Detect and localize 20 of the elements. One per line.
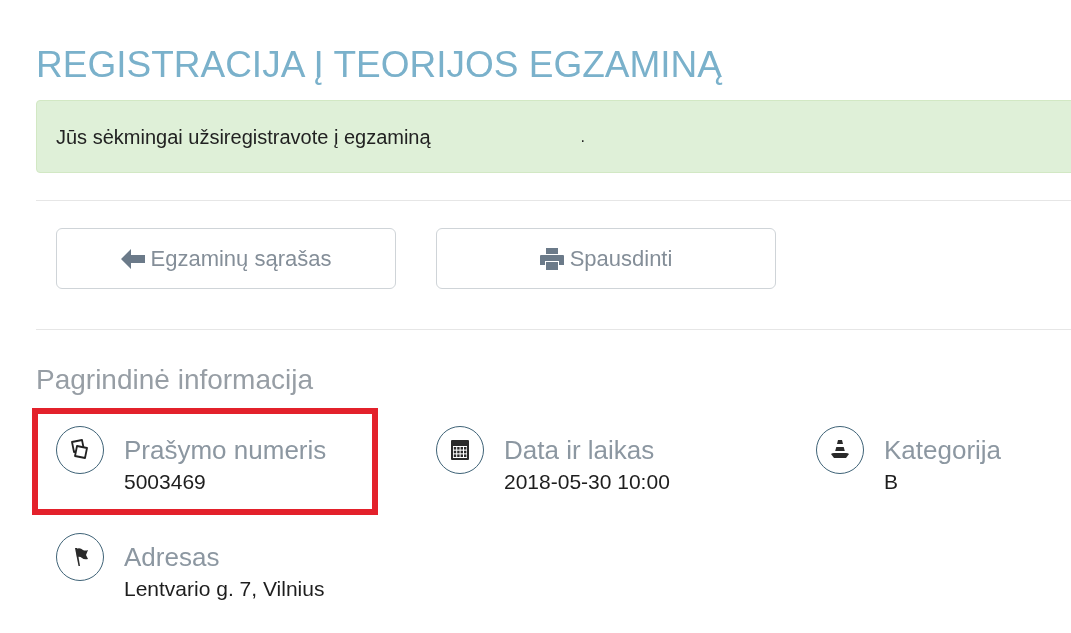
- back-button[interactable]: Egzaminų sąrašas: [56, 228, 396, 289]
- arrow-left-icon: [120, 248, 145, 269]
- alert-period: .: [580, 126, 586, 147]
- calendar-icon: [436, 426, 484, 474]
- page-title: REGISTRACIJA Į TEORIJOS EGZAMINĄ: [36, 43, 722, 87]
- flag-icon: [56, 533, 104, 581]
- alert-message: Jūs sėkmingai užsiregistravote į egzaminą: [56, 124, 431, 150]
- info-value: B: [884, 469, 899, 495]
- info-value: 5003469: [124, 469, 207, 495]
- info-label: Prašymo numeris: [124, 434, 327, 466]
- traffic-cone-icon: [816, 426, 864, 474]
- info-value: 2018-05-30 10:00: [504, 469, 670, 495]
- section-heading: Pagrindinė informacija: [36, 363, 314, 397]
- info-label: Adresas: [124, 541, 221, 573]
- info-value: Lentvario g. 7, Vilnius: [124, 576, 325, 602]
- info-label: Data ir laikas: [504, 434, 656, 466]
- print-button[interactable]: Spausdinti: [436, 228, 776, 289]
- documents-icon: [56, 426, 104, 474]
- info-label: Kategorija: [884, 434, 1002, 466]
- printer-icon: [539, 247, 564, 270]
